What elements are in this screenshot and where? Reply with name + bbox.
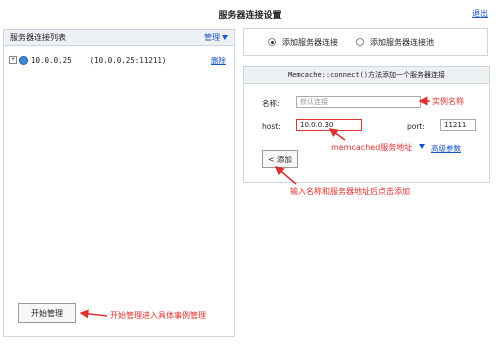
manage-menu[interactable]: 管理 xyxy=(204,32,228,43)
manage-label: 管理 xyxy=(204,33,220,42)
server-list-title: 服务器连接列表 xyxy=(10,33,66,42)
port-input[interactable]: 11211 xyxy=(440,119,476,131)
server-list-panel: 服务器连接列表 管理 + 10.0.0.25 (10.0.0.25:11211)… xyxy=(3,29,235,337)
add-button[interactable]: < 添加 xyxy=(262,150,298,168)
add-server-radio[interactable]: 添加服务器连接 xyxy=(268,37,338,48)
annotation-start-management: 开始管理进入具体事例管理 xyxy=(110,311,206,320)
delete-link[interactable]: 删除 xyxy=(211,55,226,66)
advanced-params-link[interactable]: 高级参数 xyxy=(431,143,461,154)
host-label: host: xyxy=(262,122,281,131)
server-list-item[interactable]: + 10.0.0.25 (10.0.0.25:11211) 删除 xyxy=(9,54,226,66)
server-address: (10.0.0.25:11211) xyxy=(89,55,167,65)
page-title: 服务器连接设置 xyxy=(218,11,282,21)
add-pool-radio-label: 添加服务器连接池 xyxy=(370,37,434,47)
connection-type-radio-group: 添加服务器连接 添加服务器连接池 xyxy=(243,28,488,56)
name-input[interactable]: 默认连接 xyxy=(296,96,421,108)
server-name: 10.0.0.25 xyxy=(31,55,72,65)
blue-triangle-icon xyxy=(419,144,425,149)
form-title: Memcache::connect()方法添加一个服务器连接 xyxy=(244,67,489,84)
annotation-enter-then-add: 输入名称和服务器地址后点击添加 xyxy=(290,187,410,196)
server-list-header: 服务器连接列表 管理 xyxy=(4,30,234,46)
add-pool-radio[interactable]: 添加服务器连接池 xyxy=(356,37,434,48)
expand-icon[interactable]: + xyxy=(9,56,17,64)
annotation-instance-name: 实例名称 xyxy=(432,97,464,106)
globe-icon xyxy=(19,55,28,65)
logout-link[interactable]: 退出 xyxy=(472,8,488,19)
name-label: 名称: xyxy=(262,99,280,108)
chevron-down-icon xyxy=(222,35,228,40)
radio-unchecked-icon[interactable] xyxy=(356,38,364,46)
host-input[interactable]: 10.0.0.30 xyxy=(296,119,362,131)
port-label: port: xyxy=(407,122,425,131)
annotation-memcached-address: memcached服务地址 xyxy=(331,143,413,152)
radio-checked-icon[interactable] xyxy=(268,38,276,46)
add-server-form: Memcache::connect()方法添加一个服务器连接 名称: 默认连接 … xyxy=(243,66,490,183)
start-management-button[interactable]: 开始管理 xyxy=(18,303,76,323)
add-server-radio-label: 添加服务器连接 xyxy=(282,37,338,47)
